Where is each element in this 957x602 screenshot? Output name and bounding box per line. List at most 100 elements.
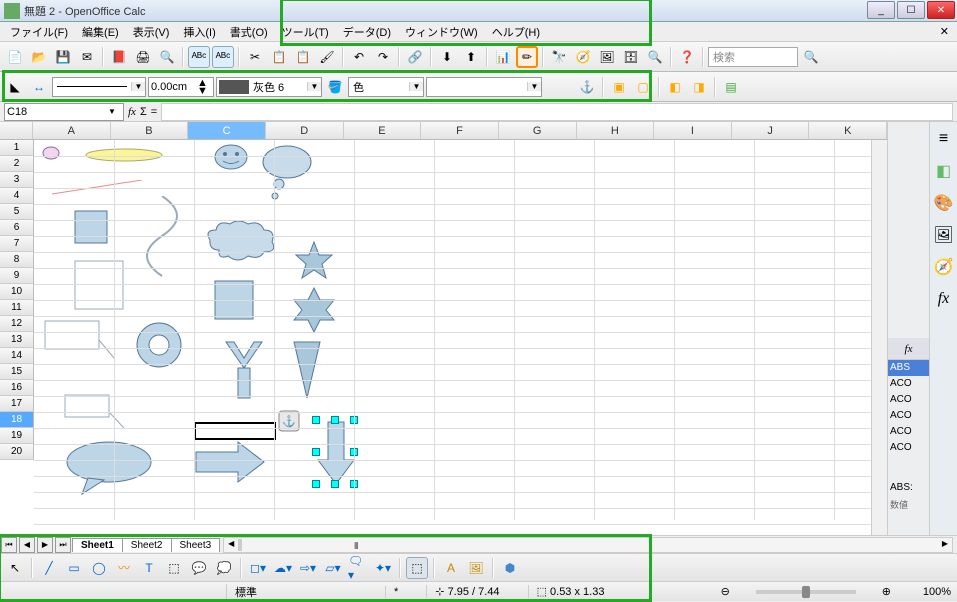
- menu-view[interactable]: 表示(V): [127, 22, 176, 42]
- format-paint-icon[interactable]: 🖌: [316, 46, 338, 68]
- name-box[interactable]: ▼: [4, 103, 124, 121]
- close-button[interactable]: ✕: [927, 1, 955, 19]
- tab-next-icon[interactable]: ▶: [37, 537, 53, 553]
- col-header-K[interactable]: K: [809, 122, 887, 139]
- shape-square-blue[interactable]: [74, 210, 108, 244]
- shape-ellipse-small[interactable]: [42, 146, 60, 160]
- symbol-shapes-icon[interactable]: ☁▾: [272, 557, 294, 579]
- pdf-icon[interactable]: 📕: [108, 46, 130, 68]
- formula-input[interactable]: [161, 103, 953, 121]
- text-tool-icon[interactable]: T: [138, 557, 160, 579]
- sheet-tab[interactable]: Sheet2: [122, 538, 172, 552]
- fn-item[interactable]: ACO: [888, 440, 929, 456]
- sidebar-gallery-icon[interactable]: 🖼: [933, 224, 955, 246]
- col-header-H[interactable]: H: [577, 122, 655, 139]
- row-header[interactable]: 17: [0, 396, 34, 412]
- row-header[interactable]: 13: [0, 332, 34, 348]
- row-header[interactable]: 1: [0, 140, 34, 156]
- row-header[interactable]: 19: [0, 428, 34, 444]
- fx-icon[interactable]: fx: [128, 106, 136, 118]
- fn-item[interactable]: ACO: [888, 392, 929, 408]
- spellcheck-icon[interactable]: ᴬᴮᶜ: [188, 46, 210, 68]
- new-icon[interactable]: 📄: [4, 46, 26, 68]
- copy-icon[interactable]: 📋: [268, 46, 290, 68]
- col-header-B[interactable]: B: [111, 122, 189, 139]
- callout3-tool-icon[interactable]: 💭: [213, 557, 235, 579]
- search-go-icon[interactable]: 🔍: [800, 46, 822, 68]
- resize-handle[interactable]: [312, 480, 320, 488]
- fn-item[interactable]: ACO: [888, 424, 929, 440]
- shape-triangle-down[interactable]: [292, 340, 322, 400]
- row-header[interactable]: 15: [0, 364, 34, 380]
- tab-last-icon[interactable]: ⏭: [55, 537, 71, 553]
- shape-face-icon[interactable]: [214, 144, 248, 170]
- paste-icon[interactable]: 📋: [292, 46, 314, 68]
- maximize-button[interactable]: ☐: [897, 1, 925, 19]
- basic-shapes-icon[interactable]: ◻▾: [247, 557, 269, 579]
- shape-curve[interactable]: [142, 196, 194, 282]
- callout-shapes-icon[interactable]: 🗨▾: [347, 557, 369, 579]
- preview-icon[interactable]: 🔍: [156, 46, 178, 68]
- resize-handle[interactable]: [331, 480, 339, 488]
- shape-ring[interactable]: [134, 320, 184, 370]
- autospell-icon[interactable]: ᴬᴮᶜ: [212, 46, 234, 68]
- menu-edit[interactable]: 編集(E): [76, 22, 125, 42]
- sidebar-styles-icon[interactable]: 🎨: [933, 192, 955, 214]
- shape-thought-cloud[interactable]: [259, 142, 315, 206]
- callout-tool-icon[interactable]: ⬚: [163, 557, 185, 579]
- freeform-tool-icon[interactable]: 〰: [113, 557, 135, 579]
- zoom-icon[interactable]: 🔍: [644, 46, 666, 68]
- resize-handle[interactable]: [312, 416, 320, 424]
- fn-item[interactable]: ACO: [888, 376, 929, 392]
- fill-value-dropdown[interactable]: ▼: [426, 77, 542, 97]
- tab-prev-icon[interactable]: ◀: [19, 537, 35, 553]
- tab-first-icon[interactable]: ⏮: [1, 537, 17, 553]
- resize-handle[interactable]: [312, 448, 320, 456]
- sidebar-properties-icon[interactable]: ◧: [933, 160, 955, 182]
- menu-tools[interactable]: ツール(T): [276, 22, 335, 42]
- star-shapes-icon[interactable]: ✦▾: [372, 557, 394, 579]
- line-style-dropdown[interactable]: ▼: [52, 77, 146, 97]
- to-foreground-icon[interactable]: ◧: [664, 76, 686, 98]
- points-edit-icon[interactable]: ⬚: [406, 557, 428, 579]
- gallery-icon[interactable]: 🖼: [596, 46, 618, 68]
- row-header[interactable]: 8: [0, 252, 34, 268]
- menu-window[interactable]: ウィンドウ(W): [399, 22, 484, 42]
- doc-close-button[interactable]: ✕: [936, 25, 953, 39]
- flowchart-shapes-icon[interactable]: ▱▾: [322, 557, 344, 579]
- select-all-corner[interactable]: [0, 122, 33, 139]
- row-header[interactable]: 7: [0, 236, 34, 252]
- shape-letter-y[interactable]: [224, 340, 264, 400]
- equals-icon[interactable]: =: [151, 106, 157, 118]
- fn-item[interactable]: ABS: [888, 360, 929, 376]
- horizontal-scrollbar[interactable]: ◀ ⫴ ▶: [223, 537, 953, 553]
- col-header-F[interactable]: F: [421, 122, 499, 139]
- sort-desc-icon[interactable]: ⬆: [460, 46, 482, 68]
- chart-icon[interactable]: 📊: [492, 46, 514, 68]
- col-header-D[interactable]: D: [266, 122, 344, 139]
- col-header-E[interactable]: E: [344, 122, 422, 139]
- row-header[interactable]: 18: [0, 412, 34, 428]
- sidebar-functions-icon[interactable]: fx: [933, 288, 955, 310]
- fill-type-dropdown[interactable]: 色▼: [348, 77, 424, 97]
- row-header[interactable]: 11: [0, 300, 34, 316]
- menu-help[interactable]: ヘルプ(H): [486, 22, 546, 42]
- menu-data[interactable]: データ(D): [337, 22, 397, 42]
- bring-front-icon[interactable]: ▣: [608, 76, 630, 98]
- resize-handle[interactable]: [331, 416, 339, 424]
- shape-arrow-right[interactable]: [194, 440, 266, 484]
- sidebar-menu-icon[interactable]: ≡: [933, 128, 955, 150]
- save-icon[interactable]: 💾: [52, 46, 74, 68]
- rect-tool-icon[interactable]: ▭: [63, 557, 85, 579]
- zoom-slider[interactable]: [756, 590, 856, 594]
- line-endstyle-icon[interactable]: ◣: [4, 76, 26, 98]
- datasource-icon[interactable]: 🗄: [620, 46, 642, 68]
- redo-icon[interactable]: ↷: [372, 46, 394, 68]
- fx-panel-icon[interactable]: fx: [888, 338, 929, 360]
- hyperlink-icon[interactable]: 🔗: [404, 46, 426, 68]
- minimize-button[interactable]: _: [867, 1, 895, 19]
- row-header[interactable]: 6: [0, 220, 34, 236]
- arrow-shapes-icon[interactable]: ⇨▾: [297, 557, 319, 579]
- ellipse-tool-icon[interactable]: ◯: [88, 557, 110, 579]
- sheet-tab[interactable]: Sheet3: [171, 538, 221, 552]
